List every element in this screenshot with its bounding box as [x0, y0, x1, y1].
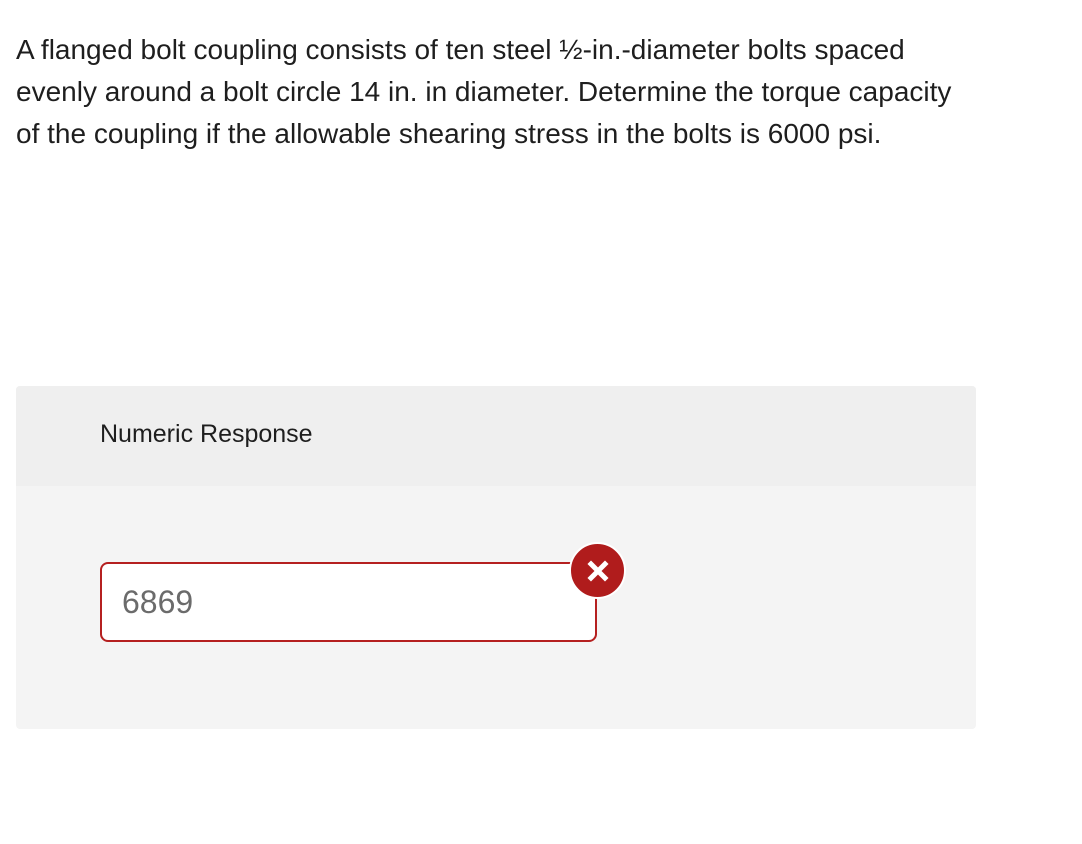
- response-title: Numeric Response: [100, 420, 313, 448]
- response-header: Numeric Response: [16, 386, 976, 486]
- close-icon: [586, 559, 609, 582]
- incorrect-badge: [569, 542, 626, 599]
- numeric-answer-input[interactable]: [100, 562, 597, 642]
- question-text: A flanged bolt coupling consists of ten …: [16, 34, 952, 149]
- numeric-response-panel: Numeric Response: [16, 386, 976, 729]
